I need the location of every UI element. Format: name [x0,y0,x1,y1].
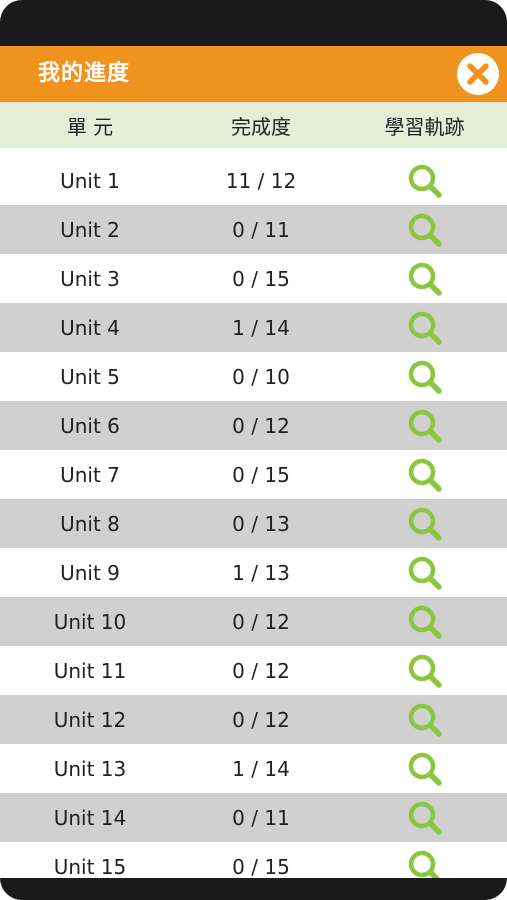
unit-progress: 11 / 12 [225,168,297,193]
unit-progress: 0 / 15 [232,266,290,291]
unit-progress: 0 / 10 [232,364,290,389]
track-button[interactable] [342,456,507,494]
track-button[interactable] [342,750,507,788]
search-icon [408,213,442,247]
search-icon [408,801,442,835]
track-button[interactable] [342,407,507,445]
column-header-progress: 完成度 [231,114,291,139]
search-icon [408,360,442,394]
table-row: Unit 5 0 / 10 [0,352,507,401]
track-button[interactable] [342,848,507,878]
unit-progress: 0 / 12 [232,413,290,438]
unit-name: Unit 15 [53,854,127,879]
search-icon [408,654,442,688]
table-header: 單 元 完成度 學習軌跡 [0,102,507,148]
track-button[interactable] [342,652,507,690]
unit-progress: 0 / 13 [232,511,290,536]
track-button[interactable] [342,603,507,641]
unit-name: Unit 5 [60,364,120,389]
unit-name: Unit 4 [60,315,120,340]
header-spacer [0,148,507,156]
unit-progress: 1 / 14 [232,756,290,781]
unit-name: Unit 14 [53,805,127,830]
search-icon [408,703,442,737]
progress-table[interactable]: Unit 1 11 / 12 Unit 20 / 11 Unit 30 / 15 Uni… [0,156,507,878]
table-row: Unit 12 0 / 12 [0,695,507,744]
unit-name: Unit 8 [60,511,120,536]
table-row: Unit 6 0 / 12 [0,401,507,450]
search-icon [408,556,442,590]
track-button[interactable] [342,211,507,249]
table-row: Unit 14 0 / 11 [0,793,507,842]
device-bottom-bezel [0,878,507,900]
column-header-track: 學習軌跡 [384,114,465,139]
table-row: Unit 2 0 / 11 [0,205,507,254]
unit-progress: 0 / 15 [232,854,290,879]
unit-name: Unit 9 [60,560,120,585]
unit-progress: 0 / 12 [232,658,290,683]
column-header-unit: 單 元 [66,114,114,139]
unit-name: Unit 3 [60,266,120,291]
close-icon [458,54,498,94]
unit-name: Unit 7 [60,462,120,487]
unit-progress: 0 / 12 [232,707,290,732]
table-row: Unit 8 0 / 13 [0,499,507,548]
close-button[interactable] [457,53,499,95]
track-button[interactable] [342,799,507,837]
track-button[interactable] [342,358,507,396]
unit-name: Unit 10 [53,609,127,634]
search-icon [408,605,442,639]
table-row: Unit 7 0 / 15 [0,450,507,499]
unit-name: Unit 13 [53,756,127,781]
unit-progress: 1 / 14 [232,315,290,340]
table-row: Unit 3 0 / 15 [0,254,507,303]
track-button[interactable] [342,505,507,543]
table-row: Unit 11 0 / 12 [0,646,507,695]
page-title: 我的進度 [38,61,131,86]
track-button[interactable] [342,701,507,739]
search-icon [408,311,442,345]
unit-name: Unit 2 [60,217,120,242]
search-icon [408,752,442,786]
search-icon [408,458,442,492]
search-icon [408,262,442,296]
device-top-bezel [0,0,507,46]
unit-progress: 0 / 11 [232,217,290,242]
table-row: Unit 15 0 / 15 [0,842,507,878]
track-button[interactable] [342,260,507,298]
unit-progress: 0 / 12 [232,609,290,634]
table-row: Unit 9 1 / 13 [0,548,507,597]
unit-progress: 0 / 15 [232,462,290,487]
unit-name: Unit 1 [60,168,120,193]
search-icon [408,507,442,541]
search-icon [408,164,442,198]
unit-name: Unit 11 [53,658,127,683]
table-row: Unit 13 1 / 14 [0,744,507,793]
table-row: Unit 10 0 / 12 [0,597,507,646]
table-row: Unit 1 11 / 12 [0,156,507,205]
search-icon [408,850,440,878]
unit-name: Unit 12 [53,707,127,732]
track-button[interactable] [342,162,507,200]
unit-progress: 1 / 13 [232,560,290,585]
unit-name: Unit 6 [60,413,120,438]
progress-header: 我的進度 [0,46,507,102]
search-icon [408,409,442,443]
track-button[interactable] [342,309,507,347]
track-button[interactable] [342,554,507,592]
unit-progress: 0 / 11 [232,805,290,830]
table-row: Unit 4 1 / 14 [0,303,507,352]
